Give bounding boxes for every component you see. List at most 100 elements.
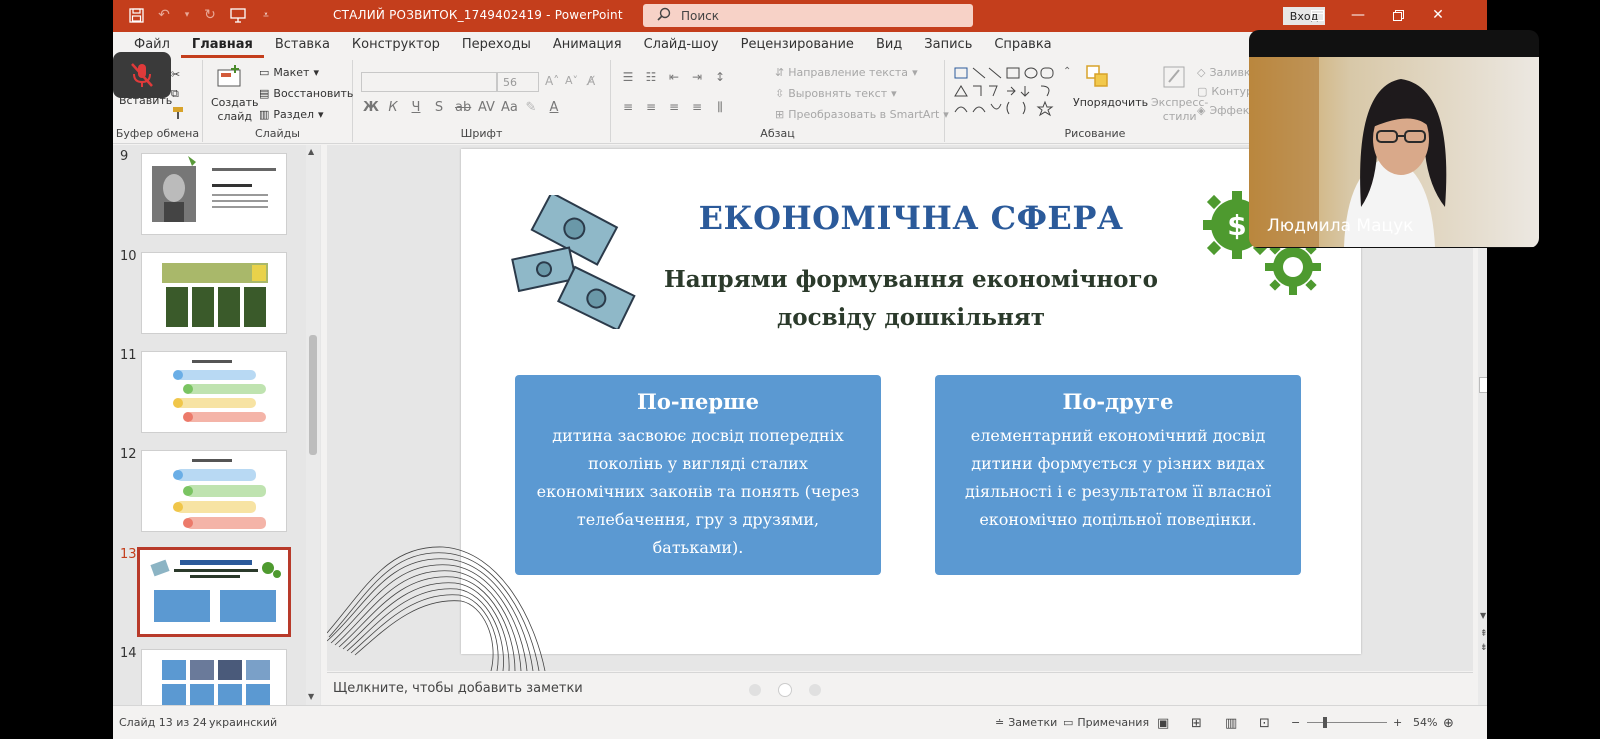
minimize-icon[interactable]: — xyxy=(1349,6,1367,24)
tab-home[interactable]: Главная xyxy=(180,32,264,58)
thumbnails-scrollbar[interactable]: ▲ ▼ xyxy=(306,145,320,705)
slide-scroll-thumb[interactable] xyxy=(1479,377,1487,393)
strikethrough-icon[interactable]: ab xyxy=(455,100,471,115)
smartart-button[interactable]: ⊞ Преобразовать в SmartArt ▾ xyxy=(775,108,949,121)
tab-record[interactable]: Запись xyxy=(913,32,983,58)
new-slide-icon[interactable] xyxy=(215,64,243,92)
tab-transitions[interactable]: Переходы xyxy=(451,32,542,58)
align-text-button[interactable]: ⇳ Выровнять текст ▾ xyxy=(775,87,897,100)
increase-indent-icon[interactable]: ⇥ xyxy=(690,70,704,84)
tab-view[interactable]: Вид xyxy=(865,32,913,58)
zoom-out-icon[interactable]: − xyxy=(1291,716,1300,729)
copy-icon[interactable]: ⧉ xyxy=(171,87,179,101)
new-slide-button[interactable]: Создать слайд xyxy=(211,96,259,124)
bullets-icon[interactable]: ☰ xyxy=(621,70,635,84)
previous-slide-icon[interactable]: ⇞ xyxy=(1480,629,1487,639)
pager-dot-active[interactable] xyxy=(779,684,791,696)
reset-label: Восстановить xyxy=(273,87,354,100)
participant-video[interactable]: Людмила Мацук xyxy=(1249,30,1539,248)
cut-icon[interactable]: ✂ xyxy=(171,68,180,81)
font-family-select[interactable] xyxy=(361,72,497,92)
undo-icon[interactable]: ↶ xyxy=(155,6,173,24)
slide-thumbnail-14[interactable] xyxy=(141,649,287,705)
decrease-font-icon[interactable]: A˅ xyxy=(565,74,578,87)
tab-help[interactable]: Справка xyxy=(983,32,1062,58)
notes-pane[interactable]: Щелкните, чтобы добавить заметки xyxy=(327,672,1473,704)
font-size-select[interactable]: 56 xyxy=(497,72,539,92)
slide-thumbnail-11[interactable] xyxy=(141,351,287,433)
align-left-icon[interactable]: ≡ xyxy=(621,100,635,115)
slide-sorter-icon[interactable]: ⊞ xyxy=(1191,716,1202,731)
columns-icon[interactable]: ⫼ xyxy=(713,100,727,115)
decrease-indent-icon[interactable]: ⇤ xyxy=(667,70,681,84)
arrange-button[interactable]: Упорядочить xyxy=(1073,96,1148,109)
slideshow-view-icon[interactable]: ⊡ xyxy=(1259,716,1270,731)
reset-button[interactable]: ▤ Восстановить xyxy=(259,87,353,100)
align-right-icon[interactable]: ≡ xyxy=(667,100,681,115)
notes-toggle-button[interactable]: ≐ Заметки xyxy=(995,716,1057,729)
character-spacing-icon[interactable]: AV xyxy=(478,100,495,115)
slide-title[interactable]: ЕКОНОМІЧНА СФЕРА xyxy=(461,199,1361,237)
zoom-level[interactable]: 54% xyxy=(1413,716,1437,729)
underline-icon[interactable]: Ч xyxy=(409,100,423,115)
chevron-down-icon[interactable]: ▾ xyxy=(183,6,191,24)
start-slideshow-icon[interactable] xyxy=(229,6,247,24)
comments-toggle-button[interactable]: ▭ Примечания xyxy=(1063,716,1149,729)
muted-microphone-button[interactable] xyxy=(113,52,171,98)
font-color-icon[interactable]: A xyxy=(547,100,561,115)
redo-icon[interactable]: ↻ xyxy=(201,6,219,24)
tab-slideshow[interactable]: Слайд-шоу xyxy=(633,32,730,58)
close-icon[interactable]: ✕ xyxy=(1429,6,1447,24)
search-input[interactable]: Поиск xyxy=(643,4,973,27)
text-direction-button[interactable]: ⇵ Направление текста ▾ xyxy=(775,66,918,79)
customize-toolbar-icon[interactable]: ⩡ xyxy=(257,6,275,24)
zoom-slider[interactable] xyxy=(1307,722,1387,723)
slide-thumbnail-10[interactable] xyxy=(141,252,287,334)
slide-thumbnail-9[interactable] xyxy=(141,153,287,235)
slide-subtitle[interactable]: Напрями формування економічного досвіду … xyxy=(631,261,1191,337)
italic-icon[interactable]: К xyxy=(386,100,400,115)
slide-thumbnail-12[interactable] xyxy=(141,450,287,532)
highlight-icon[interactable]: ✎ xyxy=(524,100,538,115)
card-second[interactable]: По-друге елементарний економічний досвід… xyxy=(935,375,1301,575)
shapes-scroll-icon[interactable]: ⌃ xyxy=(1063,66,1071,77)
zoom-in-icon[interactable]: + xyxy=(1393,716,1402,729)
line-spacing-icon[interactable]: ↕ xyxy=(713,70,727,84)
arrange-icon[interactable] xyxy=(1085,64,1111,90)
language-indicator[interactable]: украинский xyxy=(209,716,277,729)
tab-review[interactable]: Рецензирование xyxy=(730,32,865,58)
tab-animations[interactable]: Анимация xyxy=(542,32,633,58)
slide-thumbnail-13[interactable] xyxy=(137,547,291,637)
align-center-icon[interactable]: ≡ xyxy=(644,100,658,115)
pager-dot[interactable] xyxy=(749,684,761,696)
thumbnails-scroll-thumb[interactable] xyxy=(309,335,317,455)
scroll-down-icon[interactable]: ▼ xyxy=(308,692,314,701)
numbering-icon[interactable]: ☷ xyxy=(644,70,658,84)
shadow-icon[interactable]: S xyxy=(432,100,446,115)
save-icon[interactable] xyxy=(127,6,145,24)
ribbon-display-options-icon[interactable] xyxy=(1308,6,1326,24)
normal-view-icon[interactable]: ▣ xyxy=(1157,716,1169,731)
tab-design[interactable]: Конструктор xyxy=(341,32,451,58)
quick-styles-icon[interactable] xyxy=(1161,64,1187,90)
increase-font-icon[interactable]: A˄ xyxy=(545,74,559,88)
restore-icon[interactable] xyxy=(1389,6,1407,24)
scroll-down-icon[interactable]: ▼ xyxy=(1480,611,1486,620)
zoom-slider-handle[interactable] xyxy=(1323,717,1327,728)
bold-icon[interactable]: Ж xyxy=(363,100,379,115)
tab-insert[interactable]: Вставка xyxy=(264,32,341,58)
scroll-up-icon[interactable]: ▲ xyxy=(308,147,314,156)
clear-formatting-icon[interactable]: A̸ xyxy=(587,74,595,88)
current-slide[interactable]: $ ЕКОНОМІЧНА СФЕРА Напрями формування ек… xyxy=(461,149,1361,654)
change-case-icon[interactable]: Aa xyxy=(501,100,518,115)
shape-outline-button[interactable]: ▢ Контур xyxy=(1197,85,1253,98)
justify-icon[interactable]: ≡ xyxy=(690,100,704,115)
reading-view-icon[interactable]: ▥ xyxy=(1225,716,1237,731)
shapes-gallery[interactable] xyxy=(953,66,1057,118)
layout-button[interactable]: ▭ Макет ▾ xyxy=(259,66,319,79)
fit-to-window-icon[interactable]: ⊕ xyxy=(1443,716,1454,731)
next-slide-icon[interactable]: ⇟ xyxy=(1480,643,1487,653)
format-painter-icon[interactable] xyxy=(171,106,185,120)
pager-dot[interactable] xyxy=(809,684,821,696)
section-button[interactable]: ▥ Раздел ▾ xyxy=(259,108,324,121)
